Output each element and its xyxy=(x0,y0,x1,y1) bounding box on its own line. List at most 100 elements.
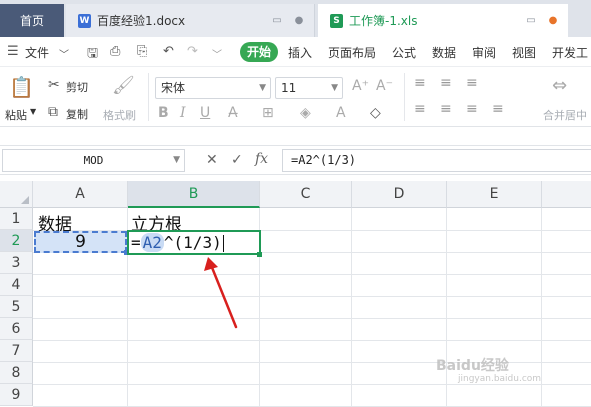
cancel-icon[interactable]: ✕ xyxy=(206,152,218,168)
fill-color-icon[interactable]: ◈ xyxy=(300,105,311,121)
select-all-corner[interactable] xyxy=(0,181,33,208)
spreadsheet-icon: S xyxy=(330,13,343,28)
row-header-5[interactable]: 5 xyxy=(0,296,33,318)
font-color-icon[interactable]: A xyxy=(336,105,346,121)
font-name-select[interactable]: 宋体 ▼ xyxy=(155,77,271,99)
align-middle-icon[interactable]: ≡ xyxy=(440,75,452,91)
cell-a2[interactable]: 9 xyxy=(34,231,127,253)
align-center-icon[interactable]: ≡ xyxy=(440,101,452,117)
tab-dot-icon[interactable]: ● xyxy=(292,15,306,26)
tab-screen-icon[interactable]: ▭ xyxy=(524,15,538,26)
undo-icon[interactable]: ↶ xyxy=(163,44,174,59)
justify-icon[interactable]: ≡ xyxy=(492,101,504,117)
fill-handle[interactable] xyxy=(257,252,262,257)
borders-icon[interactable]: ⊞ xyxy=(262,105,274,121)
increase-font-size-icon[interactable]: A⁺ xyxy=(352,78,369,94)
chevron-down-icon[interactable]: ﹀ xyxy=(59,46,69,61)
cell-b2-editor[interactable]: = A2 ^(1/3) xyxy=(127,230,261,255)
align-right-icon[interactable]: ≡ xyxy=(466,101,478,117)
column-header-f[interactable] xyxy=(542,181,591,208)
strikethrough-icon[interactable]: A̶ xyxy=(228,105,238,121)
formula-text: =A2^(1/3) xyxy=(291,153,357,167)
chevron-down-icon: ▼ xyxy=(173,155,180,165)
font-size-value: 11 xyxy=(281,81,297,95)
tab-bar: 首页 W 百度经验1.docx ▭ ● S 工作簿-1.xls ▭ ● xyxy=(0,0,591,37)
save-icon[interactable]: 🖫 xyxy=(87,44,98,66)
merge-center-button[interactable]: 合并居中 xyxy=(543,107,587,123)
menu-data[interactable]: 数据 xyxy=(432,44,456,61)
row-header-9[interactable]: 9 xyxy=(0,384,33,406)
row-header-2[interactable]: 2 xyxy=(0,230,33,252)
copy-button[interactable]: 复制 xyxy=(66,106,88,122)
print-icon[interactable]: ⎘ xyxy=(137,44,147,59)
menu-page-layout[interactable]: 页面布局 xyxy=(328,44,376,61)
tab-document[interactable]: W 百度经验1.docx ▭ ● xyxy=(66,4,315,37)
gridline xyxy=(33,274,591,275)
word-doc-icon: W xyxy=(78,13,91,28)
quick-access-dropdown-icon[interactable]: ﹀ xyxy=(212,46,222,61)
chevron-down-icon: ▼ xyxy=(259,83,266,93)
formula-bar: MOD ▼ ✕ ✓ fx =A2^(1/3) xyxy=(0,145,591,175)
confirm-icon[interactable]: ✓ xyxy=(231,152,243,168)
align-left-icon[interactable]: ≡ xyxy=(414,101,426,117)
ribbon-divider xyxy=(148,73,149,121)
gridline xyxy=(541,208,542,407)
column-header-d[interactable]: D xyxy=(352,181,447,208)
paste-icon[interactable]: 📋 xyxy=(9,75,34,99)
row-header-4[interactable]: 4 xyxy=(0,274,33,296)
copy-icon[interactable]: ⧉ xyxy=(48,104,58,120)
tab-home[interactable]: 首页 xyxy=(0,4,64,37)
menu-file[interactable]: 文件 xyxy=(25,44,49,61)
paste-button[interactable]: 粘贴 xyxy=(5,107,27,123)
format-painter-icon[interactable]: 🖌 xyxy=(112,75,135,96)
tab-workbook[interactable]: S 工作簿-1.xls ▭ ● xyxy=(318,4,568,37)
tab-workbook-label: 工作簿-1.xls xyxy=(349,14,418,28)
unsaved-dot-icon[interactable]: ● xyxy=(546,15,560,26)
menu-formulas[interactable]: 公式 xyxy=(392,44,416,61)
cut-button[interactable]: 剪切 xyxy=(66,79,88,95)
column-header-e[interactable]: E xyxy=(447,181,542,208)
menu-view[interactable]: 视图 xyxy=(512,44,536,61)
select-all-icon xyxy=(21,196,29,204)
text-cursor xyxy=(222,235,224,252)
column-header-c[interactable]: C xyxy=(260,181,352,208)
tab-screen-icon[interactable]: ▭ xyxy=(270,15,284,26)
decrease-font-size-icon[interactable]: A⁻ xyxy=(376,78,393,94)
bold-icon[interactable]: B xyxy=(158,105,169,121)
underline-icon[interactable]: U xyxy=(200,105,210,121)
column-header-b[interactable]: B xyxy=(128,181,260,208)
scissors-icon[interactable]: ✂ xyxy=(48,77,60,93)
paste-dropdown-icon[interactable]: ▼ xyxy=(30,107,36,116)
cell-b2-reference: A2 xyxy=(140,233,164,252)
cell-a2-value: 9 xyxy=(75,232,86,252)
hamburger-menu-icon[interactable]: ☰ xyxy=(7,44,19,59)
menu-developer[interactable]: 开发工 xyxy=(552,44,588,61)
cell-b2-prefix: = xyxy=(131,233,141,252)
print-preview-icon[interactable]: ⎙ xyxy=(110,44,120,59)
merge-cells-icon[interactable]: ⇔ xyxy=(552,75,567,96)
column-header-a[interactable]: A xyxy=(33,181,128,208)
italic-icon[interactable]: I xyxy=(180,105,186,121)
menu-insert[interactable]: 插入 xyxy=(288,44,312,61)
menu-start[interactable]: 开始 xyxy=(240,42,278,62)
redo-icon[interactable]: ↷ xyxy=(187,44,198,59)
clear-format-icon[interactable]: ◇ xyxy=(370,105,381,121)
red-arrow-icon xyxy=(204,257,238,329)
row-header-8[interactable]: 8 xyxy=(0,362,33,384)
name-box-value: MOD xyxy=(83,154,104,167)
align-bottom-icon[interactable]: ≡ xyxy=(466,75,478,91)
format-painter-button[interactable]: 格式刷 xyxy=(103,107,136,123)
row-header-7[interactable]: 7 xyxy=(0,340,33,362)
formula-input[interactable]: =A2^(1/3) xyxy=(282,149,591,172)
font-name-value: 宋体 xyxy=(161,81,186,95)
row-header-1[interactable]: 1 xyxy=(0,208,33,230)
insert-function-icon[interactable]: fx xyxy=(255,151,268,167)
menu-review[interactable]: 审阅 xyxy=(472,44,496,61)
gridline xyxy=(33,384,591,385)
spreadsheet-grid[interactable]: A B C D E 1 2 3 4 5 6 7 8 9 数据 立方根 9 = A2… xyxy=(0,181,591,407)
font-size-select[interactable]: 11 ▼ xyxy=(275,77,343,99)
row-header-6[interactable]: 6 xyxy=(0,318,33,340)
name-box[interactable]: MOD ▼ xyxy=(2,149,185,172)
align-top-icon[interactable]: ≡ xyxy=(414,75,426,91)
row-header-3[interactable]: 3 xyxy=(0,252,33,274)
